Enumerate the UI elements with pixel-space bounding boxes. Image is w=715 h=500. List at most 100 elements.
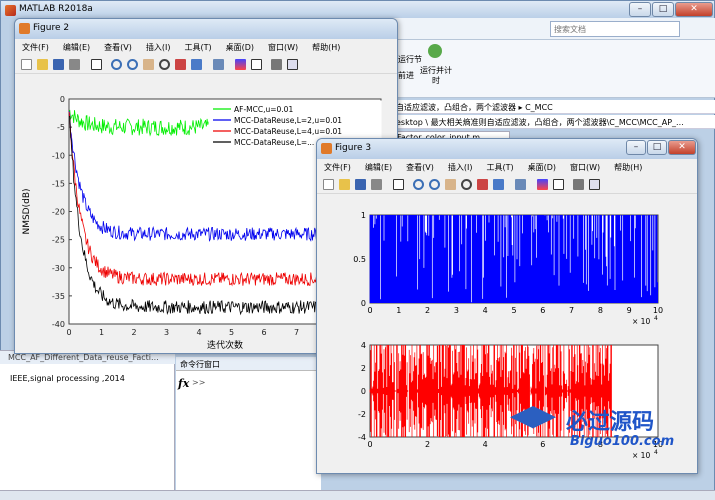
hide-tools-icon[interactable] — [271, 59, 282, 70]
hide-tools-icon[interactable] — [573, 179, 584, 190]
zoom-out-icon[interactable] — [127, 59, 138, 70]
x-tick-label: 3 — [164, 328, 169, 337]
figure3-title-bar[interactable]: Figure 3 – □ ✕ — [317, 139, 697, 159]
menu-view[interactable]: 查看(V) — [399, 160, 441, 175]
save-icon[interactable] — [355, 179, 366, 190]
new-figure-icon[interactable] — [21, 59, 32, 70]
x-exponent-power: 4 — [654, 315, 658, 322]
run-and-time-label[interactable]: 运行并计时 — [420, 66, 452, 86]
print-icon[interactable] — [69, 59, 80, 70]
figure3-close-button[interactable]: ✕ — [668, 140, 696, 155]
pan-icon[interactable] — [445, 179, 456, 190]
x-exponent-label: × 10 — [632, 317, 650, 326]
x-tick-label: 6 — [540, 306, 545, 315]
y-tick-label: 0 — [60, 95, 65, 104]
path-row2: esktop \ 最大相关熵准则自适应滤波，凸组合，两个滤波器\C_MCC\MC… — [390, 115, 715, 129]
y-tick-label: -5 — [57, 123, 65, 132]
colorbar-icon[interactable] — [537, 179, 548, 190]
legend-icon[interactable] — [553, 179, 564, 190]
y-tick-label: 1 — [361, 211, 366, 220]
rotate-icon[interactable] — [159, 59, 170, 70]
figure2-title-bar[interactable]: Figure 2 — [15, 19, 397, 39]
figure3-maximize-button[interactable]: □ — [647, 140, 667, 155]
colorbar-icon[interactable] — [235, 59, 246, 70]
data-cursor-icon[interactable] — [175, 59, 186, 70]
x-tick-label: 2 — [425, 440, 430, 449]
x-tick-label: 0 — [66, 328, 71, 337]
y-tick-label: 4 — [361, 341, 366, 350]
maximize-button[interactable]: □ — [652, 2, 674, 17]
y-tick-label: -20 — [52, 208, 65, 217]
menu-tools[interactable]: 工具(T) — [177, 40, 218, 55]
y-tick-label: -40 — [52, 320, 65, 329]
menu-file[interactable]: 文件(F) — [15, 40, 56, 55]
menu-tools[interactable]: 工具(T) — [479, 160, 520, 175]
graduation-cap-icon — [510, 406, 556, 429]
command-window[interactable]: fx >> — [176, 371, 321, 490]
new-figure-icon[interactable] — [323, 179, 334, 190]
path-text2[interactable]: esktop \ 最大相关熵准则自适应滤波，凸组合，两个滤波器\C_MCC\MC… — [396, 117, 684, 128]
x-tick-label: 7 — [294, 328, 299, 337]
pointer-icon[interactable] — [393, 179, 404, 190]
ribbon-body: 运行节 前进 运行并计时 — [390, 40, 715, 98]
menu-window[interactable]: 窗口(W) — [563, 160, 607, 175]
watermark-en: Biguo100.com — [570, 434, 675, 449]
show-tools-icon[interactable] — [287, 59, 298, 70]
x-tick-label: 4 — [483, 306, 488, 315]
pan-icon[interactable] — [143, 59, 154, 70]
menu-desktop[interactable]: 桌面(D) — [521, 160, 563, 175]
advance-label[interactable]: 前进 — [398, 70, 414, 81]
menu-insert[interactable]: 插入(I) — [139, 40, 178, 55]
brush-icon[interactable] — [493, 179, 504, 190]
data-cursor-icon[interactable] — [477, 179, 488, 190]
zoom-in-icon[interactable] — [413, 179, 424, 190]
y-tick-label: -4 — [358, 433, 366, 442]
y-tick-label: 2 — [361, 364, 366, 373]
save-icon[interactable] — [53, 59, 64, 70]
minimize-button[interactable]: – — [629, 2, 651, 17]
open-file-icon[interactable] — [339, 179, 350, 190]
menu-edit[interactable]: 编辑(E) — [358, 160, 399, 175]
figure2-toolbar — [15, 56, 397, 74]
y-tick-label: -30 — [52, 264, 65, 273]
search-box[interactable]: 搜索文档 — [550, 21, 680, 37]
menu-insert[interactable]: 插入(I) — [441, 160, 480, 175]
legend-icon[interactable] — [251, 59, 262, 70]
command-window-header: 命令行窗口 — [176, 357, 321, 371]
left-panel-text: IEEE,signal processing ,2014 — [10, 374, 125, 383]
y-tick-label: -2 — [358, 410, 366, 419]
search-placeholder: 搜索文档 — [554, 25, 586, 34]
menu-help[interactable]: 帮助(H) — [305, 40, 347, 55]
figure-icon — [321, 143, 332, 154]
menu-desktop[interactable]: 桌面(D) — [219, 40, 261, 55]
menu-help[interactable]: 帮助(H) — [607, 160, 649, 175]
x-tick-label: 2 — [131, 328, 136, 337]
link-icon[interactable] — [515, 179, 526, 190]
menu-view[interactable]: 查看(V) — [97, 40, 139, 55]
y-tick-label: 0 — [361, 387, 366, 396]
menu-edit[interactable]: 编辑(E) — [56, 40, 97, 55]
y-tick-label: -35 — [52, 292, 65, 301]
path-text[interactable]: 自适应滤波，凸组合，两个滤波器 ▸ C_MCC — [396, 102, 553, 113]
close-button[interactable]: ✕ — [675, 2, 713, 17]
brush-icon[interactable] — [191, 59, 202, 70]
menu-file[interactable]: 文件(F) — [317, 160, 358, 175]
legend-entry: MCC-DataReuse,L=4,u=0.01 — [234, 127, 342, 136]
print-icon[interactable] — [371, 179, 382, 190]
figure2-title: Figure 2 — [33, 23, 70, 33]
figure3-menubar: 文件(F) 编辑(E) 查看(V) 插入(I) 工具(T) 桌面(D) 窗口(W… — [317, 160, 697, 175]
zoom-out-icon[interactable] — [429, 179, 440, 190]
rotate-icon[interactable] — [461, 179, 472, 190]
link-icon[interactable] — [213, 59, 224, 70]
open-file-icon[interactable] — [37, 59, 48, 70]
run-section-label[interactable]: 运行节 — [398, 54, 422, 65]
command-window-title: 命令行窗口 — [180, 360, 220, 369]
y-axis-label: NMSD(dB) — [22, 188, 32, 234]
pointer-icon[interactable] — [91, 59, 102, 70]
menu-window[interactable]: 窗口(W) — [261, 40, 305, 55]
show-tools-icon[interactable] — [589, 179, 600, 190]
figure3-minimize-button[interactable]: – — [626, 140, 646, 155]
figure3-toolbar — [317, 176, 697, 194]
run-and-time-icon[interactable] — [428, 44, 442, 58]
zoom-in-icon[interactable] — [111, 59, 122, 70]
